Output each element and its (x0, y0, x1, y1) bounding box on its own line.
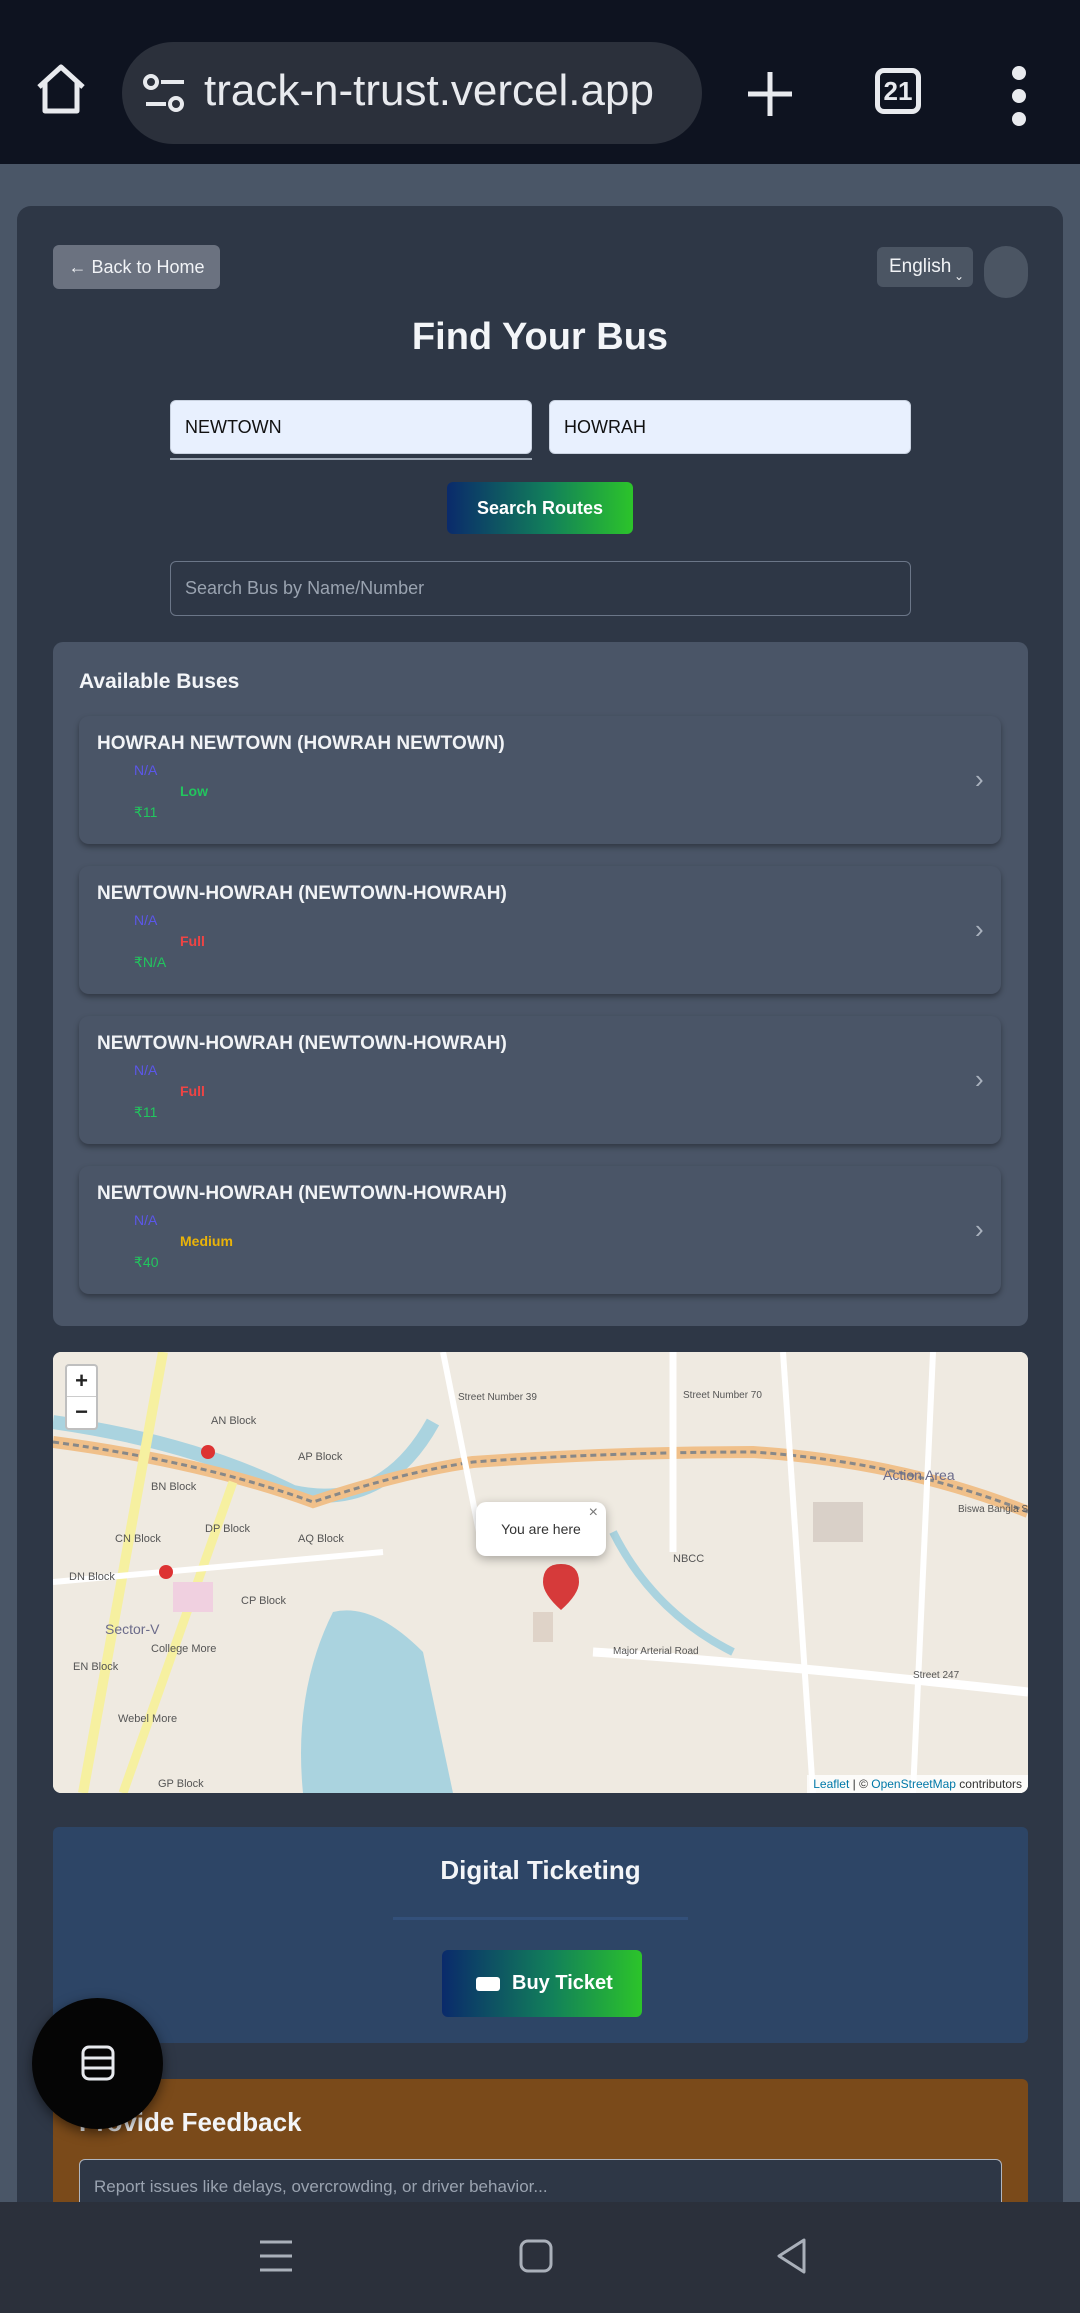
tab-switcher-button[interactable]: 21 (875, 68, 921, 114)
new-tab-icon[interactable] (740, 64, 800, 124)
available-buses-panel: Available Buses HOWRAH NEWTOWN (HOWRAH N… (53, 642, 1028, 1326)
floating-action-button[interactable] (32, 1998, 163, 2129)
chevron-right-icon: › (975, 1214, 984, 1244)
map-label: Action Area (883, 1467, 955, 1483)
crowd-status: Medium (180, 1233, 233, 1249)
chevron-down-icon: ⌄ (953, 269, 964, 283)
map-label: NBCC (673, 1553, 704, 1565)
map-label: Sector-V (105, 1621, 160, 1637)
chevron-right-icon: › (975, 914, 984, 944)
bus-number: N/A (134, 912, 158, 928)
page-content: ← Back to Home English ⌄ Find Your Bus N… (0, 164, 1080, 2202)
map-label: AP Block (298, 1451, 343, 1463)
crowd-status: Low (180, 783, 208, 799)
attribution-separator: | © (849, 1777, 872, 1791)
bus-fare: ₹N/A (134, 954, 167, 970)
map-label: Street 247 (913, 1670, 960, 1681)
site-settings-icon[interactable] (142, 72, 188, 116)
map-label: CN Block (115, 1533, 161, 1545)
language-value: English (889, 256, 952, 277)
map-tiles[interactable]: AN Block AP Block BN Block CN Block DP B… (53, 1352, 1028, 1793)
input-underline (170, 458, 532, 460)
url-text[interactable]: track-n-trust.vercel.app (204, 66, 654, 116)
map-label: Biswa Bangla Sar (958, 1504, 1028, 1515)
leaflet-link[interactable]: Leaflet (813, 1777, 849, 1791)
map-attribution: Leaflet | © OpenStreetMap contributors (807, 1775, 1028, 1793)
bus-name: HOWRAH NEWTOWN (HOWRAH NEWTOWN) (97, 733, 505, 754)
address-bar[interactable]: track-n-trust.vercel.app (122, 42, 702, 144)
zoom-out-button[interactable]: − (67, 1397, 96, 1428)
map-label: AQ Block (298, 1533, 344, 1545)
search-routes-button[interactable]: Search Routes (447, 482, 633, 534)
map-label: Street Number 70 (683, 1390, 762, 1401)
bus-name: NEWTOWN-HOWRAH (NEWTOWN-HOWRAH) (97, 883, 507, 904)
attribution-tail: contributors (955, 1777, 1022, 1791)
buy-ticket-label: Buy Ticket (512, 1972, 613, 1994)
recent-apps-icon[interactable] (258, 2236, 294, 2276)
more-menu-icon[interactable] (1010, 66, 1028, 126)
bus-list-item[interactable]: NEWTOWN-HOWRAH (NEWTOWN-HOWRAH) N/A Medi… (79, 1166, 1001, 1294)
zoom-in-button[interactable]: + (67, 1366, 96, 1397)
to-input[interactable]: HOWRAH (549, 400, 911, 454)
popup-text: You are here (501, 1521, 581, 1537)
map-label: BN Block (151, 1481, 197, 1493)
map-label: Webel More (118, 1713, 177, 1725)
bus-fare: ₹11 (134, 804, 158, 820)
main-card: ← Back to Home English ⌄ Find Your Bus N… (17, 206, 1063, 2202)
bus-number: N/A (134, 762, 158, 778)
map-label: Street Number 39 (458, 1392, 537, 1403)
profile-avatar[interactable] (984, 246, 1028, 298)
bus-number: N/A (134, 1212, 158, 1228)
home-icon[interactable] (34, 62, 88, 116)
home-nav-icon[interactable] (518, 2236, 554, 2276)
bus-fare: ₹40 (134, 1254, 159, 1270)
bus-name: NEWTOWN-HOWRAH (NEWTOWN-HOWRAH) (97, 1183, 507, 1204)
language-select[interactable]: English ⌄ (877, 247, 973, 287)
map-label: GP Block (158, 1778, 204, 1790)
back-nav-icon[interactable] (774, 2236, 810, 2276)
bus-search-input[interactable]: Search Bus by Name/Number (170, 561, 911, 616)
ticketing-panel: Digital Ticketing Buy Ticket (53, 1827, 1028, 2043)
feedback-input[interactable]: Report issues like delays, overcrowding,… (79, 2159, 1002, 2202)
bus-number: N/A (134, 1062, 158, 1078)
system-nav-bar (0, 2202, 1080, 2313)
from-input[interactable]: NEWTOWN (170, 400, 532, 454)
buy-ticket-button[interactable]: Buy Ticket (442, 1950, 642, 2017)
bus-fare: ₹11 (134, 1104, 158, 1120)
available-buses-heading: Available Buses (79, 670, 240, 693)
ticketing-divider (393, 1917, 688, 1920)
map-label: AN Block (211, 1415, 257, 1427)
crowd-status: Full (180, 933, 205, 949)
map-label: College More (151, 1643, 216, 1655)
popup-close-button[interactable]: × (589, 1486, 598, 1540)
chevron-right-icon: › (975, 764, 984, 794)
page-title: Find Your Bus (411, 316, 669, 358)
map-label: DP Block (205, 1523, 251, 1535)
map-label: DN Block (69, 1571, 115, 1583)
crowd-status: Full (180, 1083, 205, 1099)
map-label: CP Block (241, 1595, 287, 1607)
osm-link[interactable]: OpenStreetMap (871, 1777, 956, 1791)
map-label: Major Arterial Road (613, 1646, 699, 1657)
map-label: EN Block (73, 1661, 119, 1673)
route-map[interactable]: AN Block AP Block BN Block CN Block DP B… (53, 1352, 1028, 1793)
map-zoom-control: + − (65, 1364, 98, 1430)
browser-toolbar: track-n-trust.vercel.app 21 (0, 0, 1080, 164)
bus-name: NEWTOWN-HOWRAH (NEWTOWN-HOWRAH) (97, 1033, 507, 1054)
feedback-panel: Provide Feedback Report issues like dela… (53, 2079, 1028, 2202)
ticketing-heading: Digital Ticketing (440, 1855, 641, 1885)
location-popup: You are here × (476, 1502, 606, 1556)
ticket-icon (476, 1977, 500, 1991)
bus-list-item[interactable]: HOWRAH NEWTOWN (HOWRAH NEWTOWN) N/A Low … (79, 716, 1001, 844)
bus-list-item[interactable]: NEWTOWN-HOWRAH (NEWTOWN-HOWRAH) N/A Full… (79, 1016, 1001, 1144)
bus-list-item[interactable]: NEWTOWN-HOWRAH (NEWTOWN-HOWRAH) N/A Full… (79, 866, 1001, 994)
back-home-button[interactable]: ← Back to Home (53, 245, 220, 289)
chevron-right-icon: › (975, 1064, 984, 1094)
bus-icon (81, 2045, 115, 2081)
